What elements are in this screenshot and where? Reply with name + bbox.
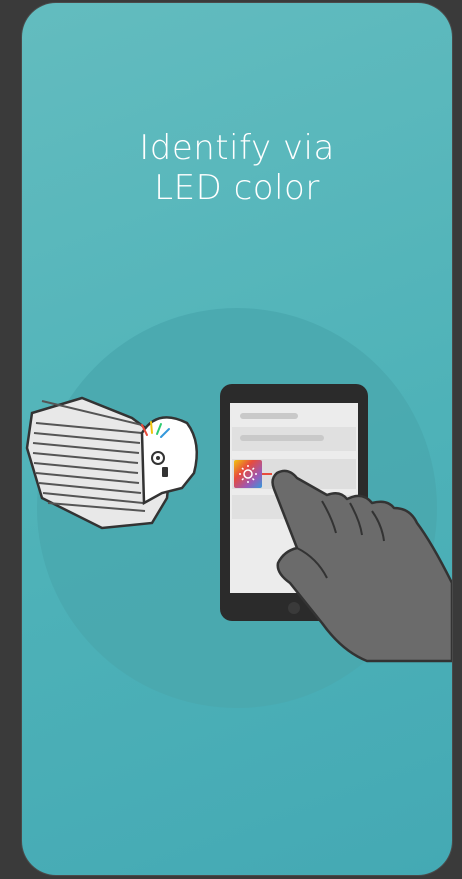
identify-illustration [25, 308, 452, 708]
led-color-swatch [234, 460, 262, 488]
onboarding-card: Identify via LED color [22, 3, 452, 875]
